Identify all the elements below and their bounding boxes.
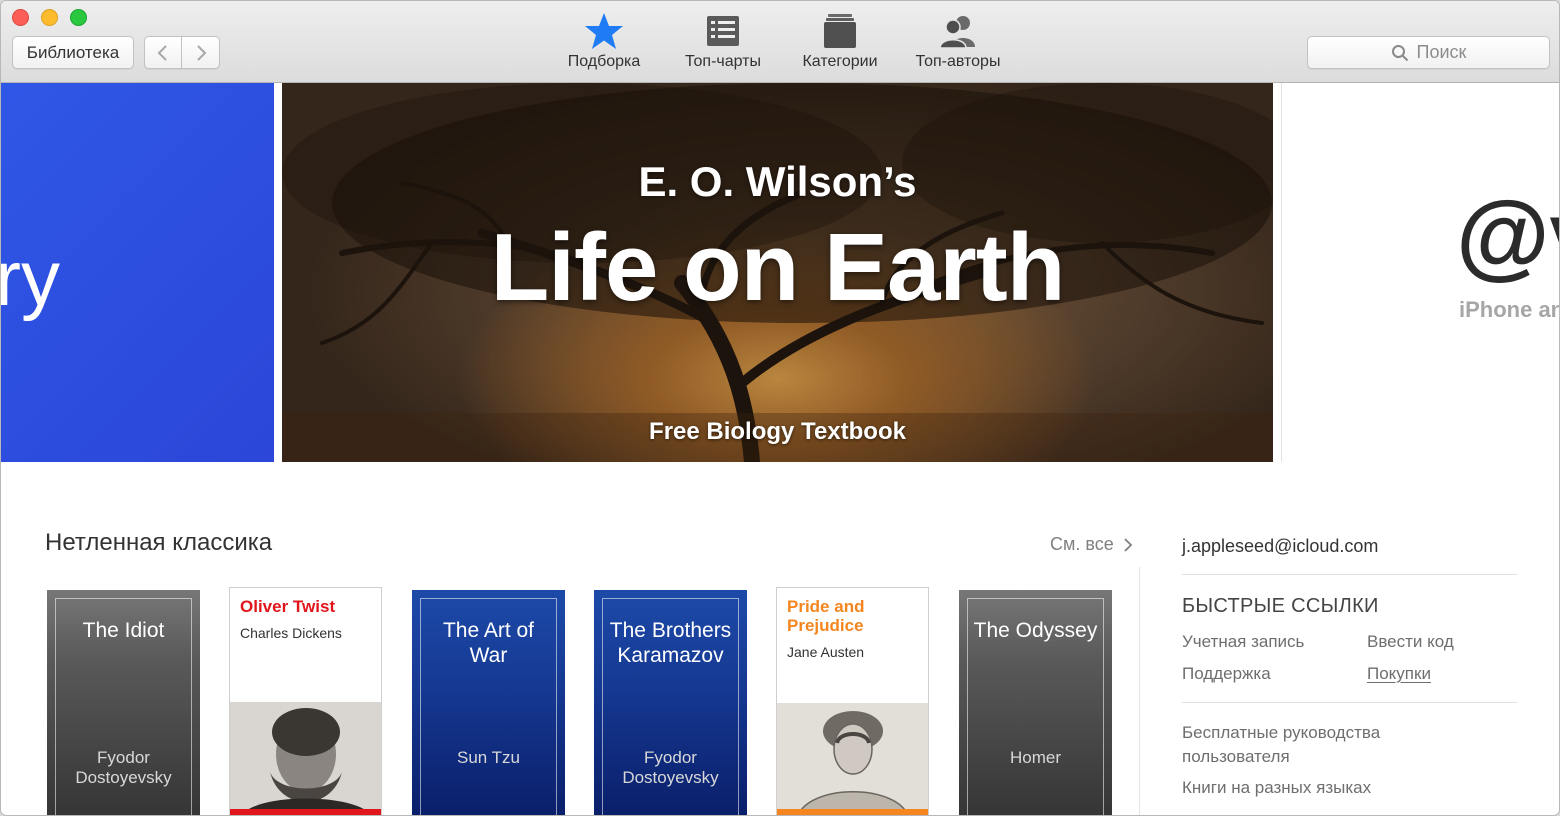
book-title: The Odyssey <box>973 619 1098 642</box>
search-field[interactable]: Поиск <box>1307 36 1550 69</box>
book-cover-the-odyssey[interactable]: The Odyssey Homer <box>959 590 1112 815</box>
cover-stripe <box>230 809 381 815</box>
banner-slide-next-symbol: @v <box>1456 182 1559 289</box>
search-icon <box>1391 44 1408 61</box>
featured-banner: ry E. O. Wilson’s Life on Earth Free Bio… <box>1 83 1560 462</box>
chevron-left-icon <box>157 44 167 61</box>
banner-slide-previous[interactable]: ry <box>1 83 274 462</box>
library-button[interactable]: Библиотека <box>12 36 134 69</box>
book-cover-pride-and-prejudice[interactable]: Pride and Prejudice Jane Austen <box>776 587 929 815</box>
back-button[interactable] <box>144 36 182 69</box>
book-cover-the-art-of-war[interactable]: The Art of War Sun Tzu <box>412 590 565 815</box>
book-title: The Art of War <box>442 619 535 667</box>
close-window-button[interactable] <box>12 9 29 26</box>
banner-subtitle: Free Biology Textbook <box>649 418 906 445</box>
author-portrait-image <box>230 702 381 815</box>
tab-featured-label: Подборка <box>567 53 641 70</box>
banner-kicker: E. O. Wilson’s <box>638 158 917 205</box>
see-all-link[interactable]: См. все <box>1050 534 1133 555</box>
toolbar: Библиотека Подборка Топ-чарты Категории … <box>1 1 1559 83</box>
tab-top-charts-label: Топ-чарты <box>684 53 762 70</box>
book-cover-the-idiot[interactable]: The Idiot Fyodor Dostoyevsky <box>47 590 200 815</box>
banner-title: Life on Earth <box>490 214 1066 321</box>
quick-links-heading: БЫСТРЫЕ ССЫЛКИ <box>1182 595 1379 617</box>
section-title-classics: Нетленная классика <box>45 529 273 556</box>
book-author: Fyodor Dostoyevsky <box>75 748 172 787</box>
chevron-right-icon <box>196 44 206 61</box>
books-in-other-languages-link[interactable]: Книги на разных языках <box>1182 776 1371 800</box>
star-icon <box>584 11 624 51</box>
tab-featured[interactable]: Подборка <box>557 11 651 75</box>
free-user-guides-link[interactable]: Бесплатные руководства пользователя <box>1182 721 1422 769</box>
tab-categories-label: Категории <box>802 53 878 70</box>
book-author: Charles Dickens <box>240 625 342 641</box>
book-author: Homer <box>1009 748 1061 767</box>
chevron-right-icon <box>1124 537 1133 552</box>
account-email-link[interactable]: j.appleseed@icloud.com <box>1182 536 1378 557</box>
people-icon <box>938 11 978 51</box>
book-cover-oliver-twist[interactable]: Oliver Twist Charles Dickens <box>229 587 382 815</box>
quick-link-account[interactable]: Учетная запись <box>1182 632 1304 652</box>
banner-slide-next-text: iPhone an <box>1459 297 1560 322</box>
book-author: Jane Austen <box>787 644 865 660</box>
zoom-window-button[interactable] <box>70 9 87 26</box>
tab-top-authors-label: Топ-авторы <box>915 53 1001 70</box>
quick-link-purchases[interactable]: Покупки <box>1367 664 1431 684</box>
sidebar-divider <box>1182 574 1517 575</box>
see-all-label: См. все <box>1050 534 1114 554</box>
list-icon <box>703 11 743 51</box>
author-portrait-image <box>777 703 928 815</box>
banner-slide-life-on-earth[interactable]: E. O. Wilson’s Life on Earth Free Biolog… <box>282 83 1273 462</box>
book-title: Oliver Twist <box>240 597 336 616</box>
content-divider <box>1139 567 1140 815</box>
book-cover-the-brothers-karamazov[interactable]: The Brothers Karamazov Fyodor Dostoyevsk… <box>594 590 747 815</box>
quick-link-support[interactable]: Поддержка <box>1182 664 1271 684</box>
book-title: Pride and Prejudice <box>787 597 865 635</box>
banner-slide-next[interactable]: @v iPhone an <box>1281 83 1560 462</box>
cover-stripe <box>777 809 928 815</box>
search-placeholder: Поиск <box>1416 42 1467 62</box>
books-icon <box>820 11 860 51</box>
book-title: The Brothers Karamazov <box>609 619 732 667</box>
forward-button[interactable] <box>182 36 220 69</box>
banner-slide-previous-text: ry <box>1 234 60 322</box>
book-title: The Idiot <box>82 619 165 642</box>
tab-categories[interactable]: Категории <box>791 11 889 75</box>
minimize-window-button[interactable] <box>41 9 58 26</box>
book-author: Fyodor Dostoyevsky <box>622 748 719 787</box>
tab-top-authors[interactable]: Топ-авторы <box>905 11 1011 75</box>
books-window: Библиотека Подборка Топ-чарты Категории … <box>0 0 1560 816</box>
tab-top-charts[interactable]: Топ-чарты <box>673 11 773 75</box>
book-author: Sun Tzu <box>456 748 520 767</box>
sidebar-divider <box>1182 702 1517 703</box>
quick-link-redeem-code[interactable]: Ввести код <box>1367 632 1454 652</box>
